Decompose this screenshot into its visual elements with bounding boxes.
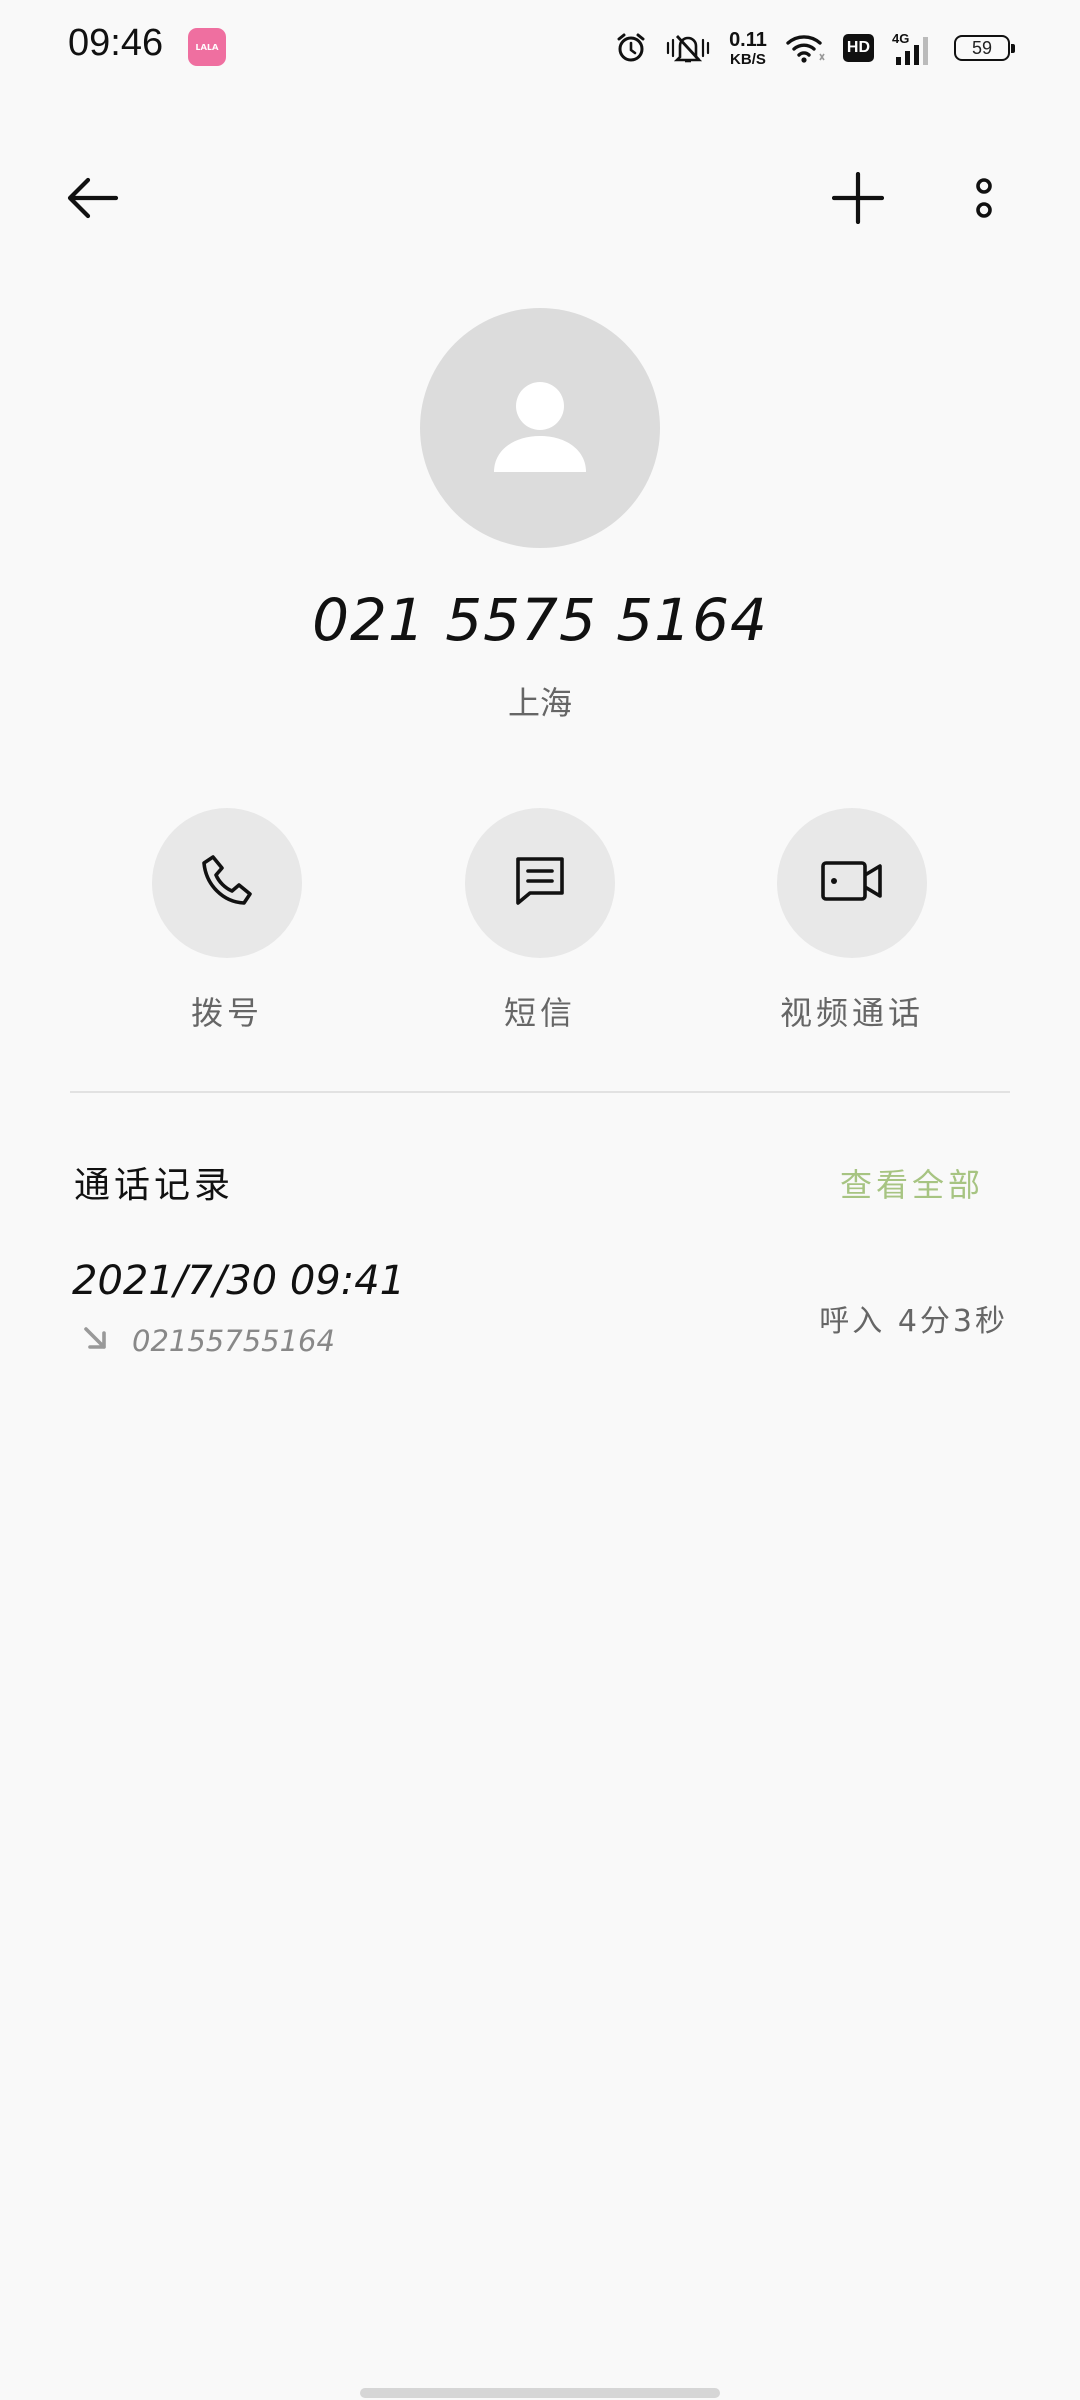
incoming-arrow-icon (82, 1325, 110, 1357)
alarm-icon (615, 32, 647, 64)
contact-number: 021 5575 5164 (312, 586, 768, 654)
avatar (420, 308, 660, 548)
hd-voice-icon: HD (842, 34, 874, 62)
status-bar: 09:46 ʟᴀʟᴀ 0.11 KB/S HD 4G 59 (0, 0, 1080, 100)
battery-icon: 59 (954, 35, 1015, 61)
network-speed: 0.11 KB/S (729, 30, 767, 67)
back-button[interactable] (52, 160, 132, 240)
app-badge-text: ʟᴀʟᴀ (195, 41, 219, 53)
home-indicator[interactable] (360, 2388, 720, 2398)
message-button-circle[interactable] (465, 808, 615, 958)
person-icon (492, 376, 588, 480)
divider (70, 1091, 1010, 1093)
wifi-icon (785, 32, 825, 64)
call-datetime: 2021/7/30 09:41 (72, 1258, 406, 1304)
video-call-label: 视频通话 (779, 994, 924, 1032)
video-call-button-circle[interactable] (777, 808, 927, 958)
phone-icon (199, 853, 255, 913)
call-log-entry[interactable]: 2021/7/30 09:41 02155755164 呼入 4分3秒 (72, 1258, 1008, 1378)
cell-signal-icon: 4G (892, 31, 936, 65)
battery-level: 59 (971, 37, 993, 58)
add-contact-button[interactable] (818, 160, 898, 240)
video-camera-icon (821, 859, 883, 907)
message-icon (514, 855, 566, 911)
more-options-button[interactable] (944, 160, 1024, 240)
call-sub-row: 02155755164 (82, 1324, 335, 1358)
view-all-link[interactable]: 查看全部 (840, 1160, 984, 1206)
status-time: 09:46 (68, 22, 164, 64)
signal-label: 4G (892, 31, 909, 46)
call-button-circle[interactable] (152, 808, 302, 958)
plus-icon (831, 171, 885, 228)
more-vertical-icon (974, 176, 994, 224)
arrow-left-icon (64, 174, 120, 226)
call-detail: 呼入 4分3秒 (819, 1304, 1008, 1339)
network-speed-unit: KB/S (730, 50, 766, 68)
message-label: 短信 (503, 994, 576, 1032)
call-label: 拨号 (190, 994, 263, 1032)
contact-location: 上海 (507, 684, 572, 722)
status-icons: 0.11 KB/S HD 4G 59 (615, 26, 1015, 70)
app-notification-icon: ʟᴀʟᴀ (188, 28, 226, 66)
video-call-button[interactable]: 视频通话 (742, 808, 962, 1034)
call-button[interactable]: 拨号 (117, 808, 337, 1034)
message-button[interactable]: 短信 (430, 808, 650, 1034)
mute-icon (665, 32, 711, 64)
network-speed-value: 0.11 (729, 28, 767, 51)
call-number: 02155755164 (132, 1324, 335, 1358)
call-log-title: 通话记录 (74, 1165, 235, 1206)
